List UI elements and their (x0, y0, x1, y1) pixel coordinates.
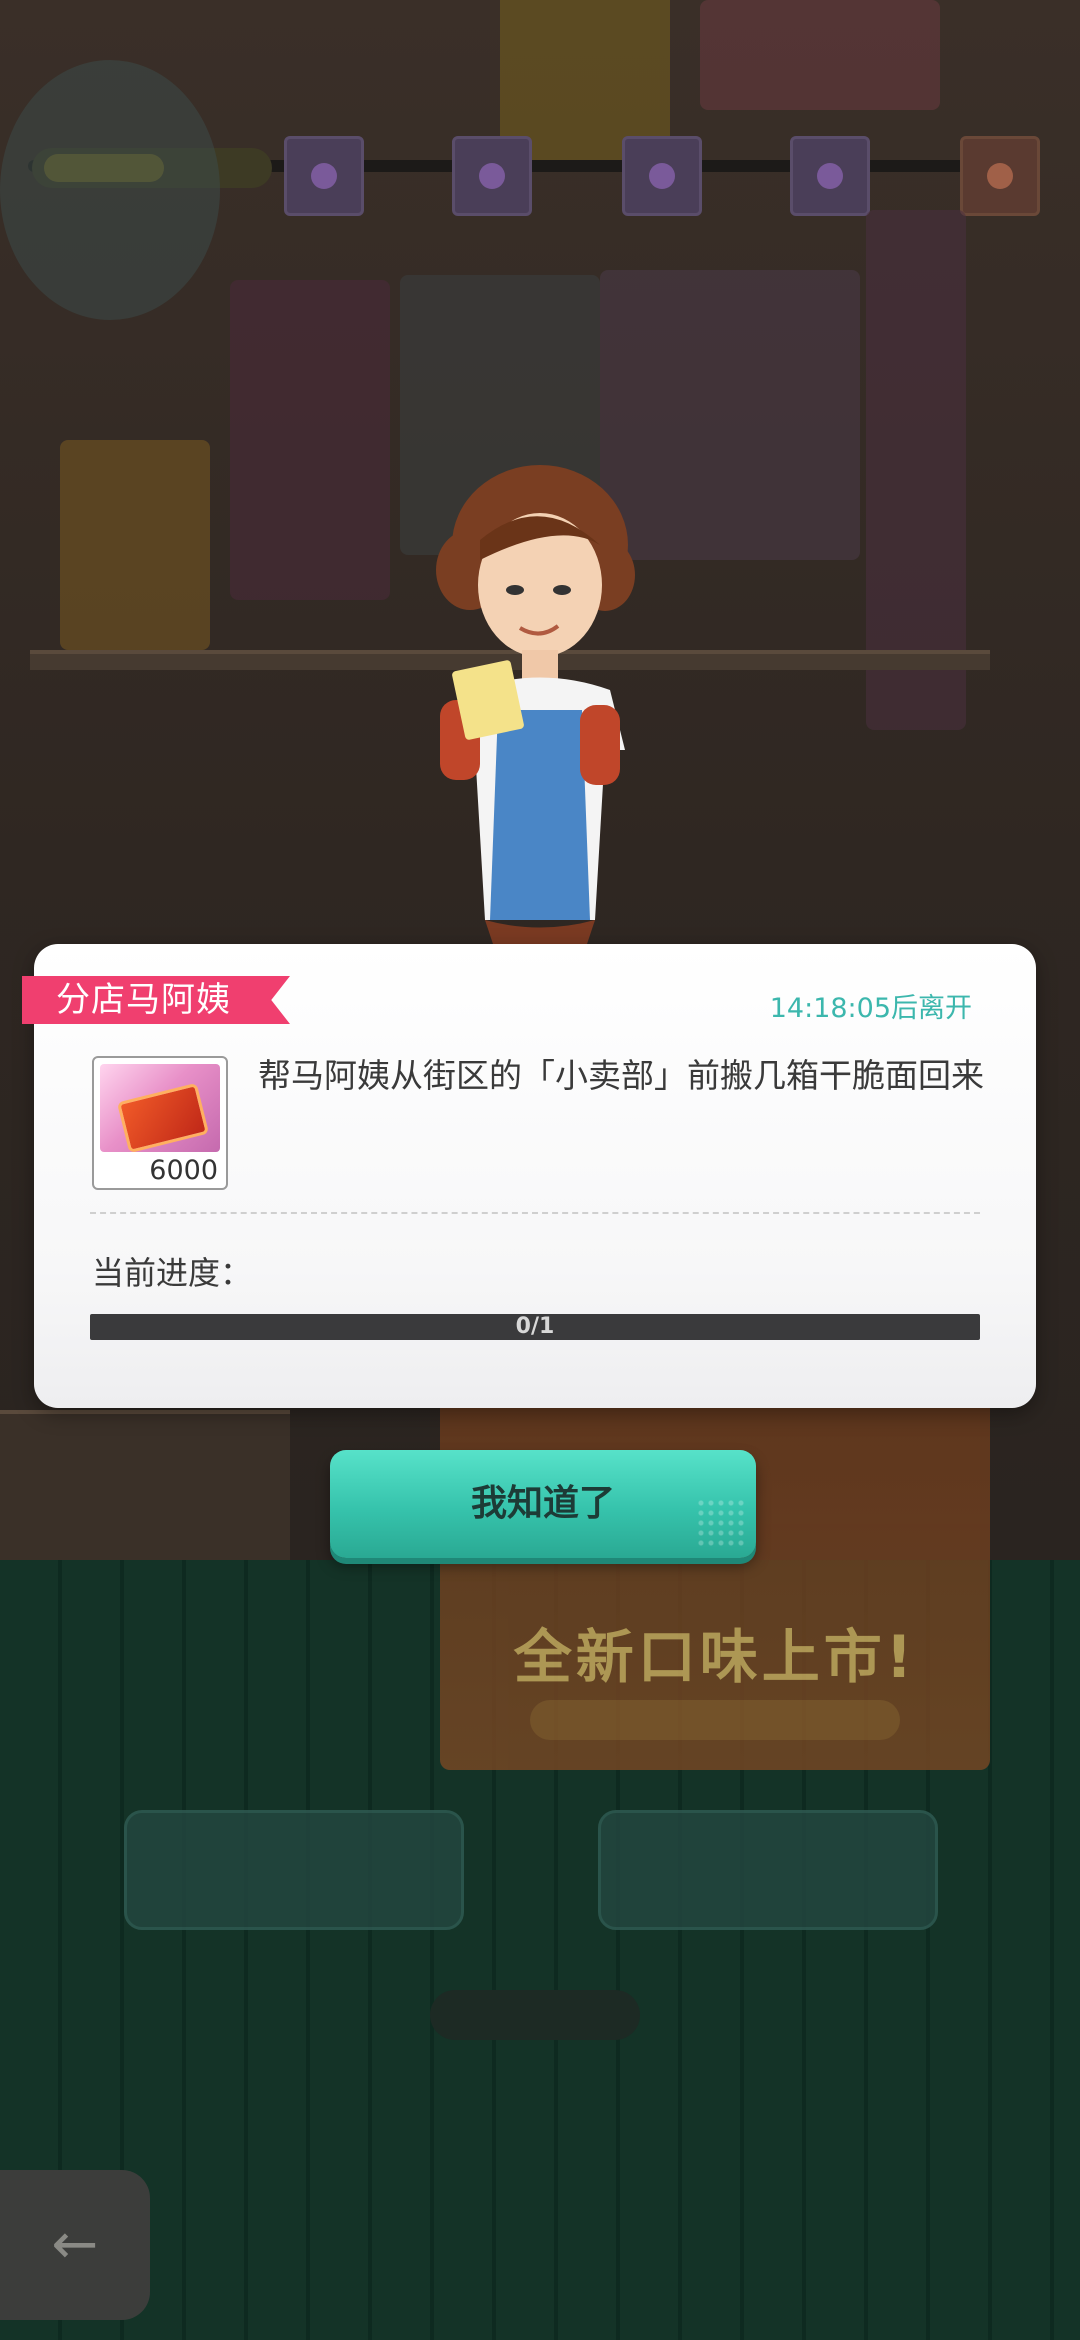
progress-bar: 0/1 (90, 1314, 980, 1340)
npc-character (436, 465, 635, 950)
ticket-card-icon (100, 1064, 220, 1154)
snack-rack (230, 280, 390, 600)
track-node (790, 136, 870, 216)
jar (60, 440, 210, 650)
dashed-divider (90, 1212, 980, 1214)
reward-item[interactable]: 6000 (92, 1056, 228, 1190)
poster-slogan: 全新口味上市! (513, 1623, 917, 1691)
counter-left (0, 1410, 290, 1560)
npc-name-tag: 分店马阿姨 (22, 976, 290, 1024)
track-node (960, 136, 1040, 216)
fan-decoration (0, 60, 220, 320)
track-node (452, 136, 532, 216)
back-button: ← (0, 2170, 150, 2320)
leave-timer: 14:18:05后离开 (769, 993, 972, 1024)
task-dialog: 分店马阿姨 14:18:05后离开 6000 帮马阿姨从街区的「小卖部」前搬几箱… (22, 944, 1036, 1408)
confirm-button[interactable]: 我知道了 (330, 1450, 756, 1558)
task-description: 帮马阿姨从街区的「小卖部」前搬几箱干脆面回来 (258, 1056, 984, 1095)
draw-ten-button (598, 1810, 938, 1930)
flower-decoration (700, 0, 940, 110)
progress-text: 0/1 (515, 1314, 555, 1339)
draw-once-button (124, 1810, 464, 1930)
track-node (622, 136, 702, 216)
track-node (284, 136, 364, 216)
currency-pill (430, 1990, 640, 2040)
reward-count: 6000 (149, 1155, 218, 1186)
back-arrow-icon: ← (51, 2212, 99, 2277)
promo-poster: 全新口味上市! (440, 1380, 990, 1770)
poster-subbar (530, 1700, 900, 1740)
progress-label: 当前进度： (92, 1254, 253, 1292)
